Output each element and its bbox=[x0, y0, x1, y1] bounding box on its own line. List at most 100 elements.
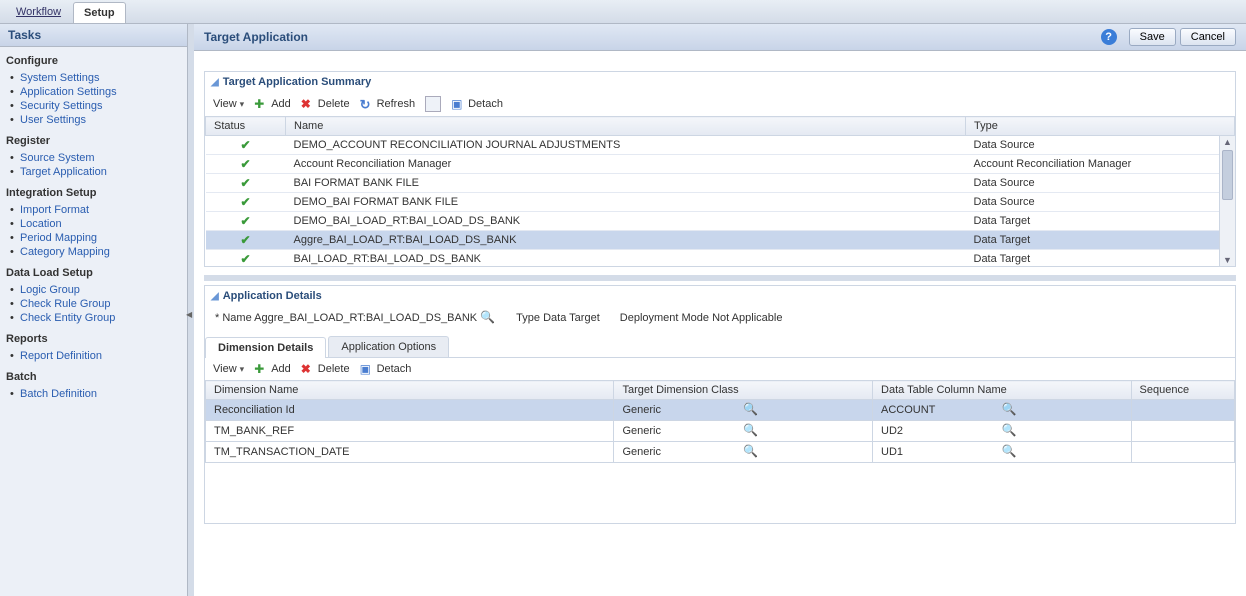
cell-dim-seq[interactable] bbox=[1131, 400, 1234, 421]
sidebar-group-title: Register bbox=[6, 135, 181, 147]
sidebar-group-title: Integration Setup bbox=[6, 187, 181, 199]
detach-icon bbox=[360, 362, 374, 376]
cell-type: Data Source bbox=[966, 136, 1235, 155]
table-row[interactable]: DEMO_ACCOUNT RECONCILIATION JOURNAL ADJU… bbox=[206, 136, 1235, 155]
scroll-down-icon[interactable]: ▼ bbox=[1220, 254, 1235, 266]
lookup-icon[interactable] bbox=[1002, 423, 1123, 439]
col-dim-seq[interactable]: Sequence bbox=[1131, 381, 1234, 400]
cell-dim-name[interactable]: TM_TRANSACTION_DATE bbox=[206, 442, 614, 463]
cell-dim-seq[interactable] bbox=[1131, 421, 1234, 442]
cell-type: Account Reconciliation Manager bbox=[966, 155, 1235, 174]
dim-add-button[interactable]: Add bbox=[254, 362, 291, 376]
sidebar-link[interactable]: Location bbox=[20, 218, 62, 230]
sidebar-link[interactable]: Import Format bbox=[20, 204, 89, 216]
cell-dim-col[interactable]: ACCOUNT bbox=[881, 404, 1002, 416]
cancel-button[interactable]: Cancel bbox=[1180, 28, 1236, 46]
cell-dim-class[interactable]: Generic bbox=[622, 446, 743, 458]
type-value: Data Target bbox=[543, 312, 600, 324]
sidebar-link[interactable]: Check Entity Group bbox=[20, 312, 115, 324]
table-row[interactable]: BAI FORMAT BANK FILE Data Source bbox=[206, 174, 1235, 193]
sidebar-link[interactable]: Application Settings bbox=[20, 86, 117, 98]
sidebar-link[interactable]: Target Application bbox=[20, 166, 107, 178]
check-icon bbox=[240, 178, 250, 190]
cell-dim-col[interactable]: UD1 bbox=[881, 446, 1002, 458]
view-menu[interactable]: View bbox=[213, 98, 244, 110]
scroll-thumb[interactable] bbox=[1222, 150, 1233, 200]
cell-dim-seq[interactable] bbox=[1131, 442, 1234, 463]
wrap-button[interactable] bbox=[425, 96, 441, 112]
lookup-icon[interactable] bbox=[743, 423, 864, 439]
sidebar-link[interactable]: User Settings bbox=[20, 114, 86, 126]
summary-scrollbar[interactable]: ▲ ▼ bbox=[1219, 136, 1235, 266]
cell-name: BAI_LOAD_RT:BAI_LOAD_DS_BANK bbox=[286, 250, 966, 267]
tab-setup[interactable]: Setup bbox=[73, 2, 126, 23]
help-icon[interactable]: ? bbox=[1101, 29, 1117, 45]
delete-button[interactable]: Delete bbox=[301, 97, 350, 111]
col-type[interactable]: Type bbox=[966, 117, 1235, 136]
delete-icon bbox=[301, 97, 315, 111]
tab-workflow[interactable]: Workflow bbox=[6, 2, 71, 23]
sidebar-splitter[interactable] bbox=[188, 24, 194, 596]
refresh-icon bbox=[360, 97, 374, 111]
col-status[interactable]: Status bbox=[206, 117, 286, 136]
sidebar-link[interactable]: Category Mapping bbox=[20, 246, 110, 258]
detach-button[interactable]: Detach bbox=[451, 97, 503, 111]
save-button[interactable]: Save bbox=[1129, 28, 1176, 46]
dim-view-menu[interactable]: View bbox=[213, 363, 244, 375]
summary-toolbar: View Add Delete Refresh Detach bbox=[205, 92, 1235, 116]
collapse-icon[interactable]: ◢ bbox=[211, 77, 219, 88]
horizontal-splitter[interactable] bbox=[204, 275, 1236, 281]
collapse-icon[interactable]: ◢ bbox=[211, 291, 219, 302]
summary-panel: ◢ Target Application Summary View Add De… bbox=[204, 71, 1236, 267]
cell-dim-name[interactable]: TM_BANK_REF bbox=[206, 421, 614, 442]
sidebar-link[interactable]: Security Settings bbox=[20, 100, 103, 112]
cell-dim-col[interactable]: UD2 bbox=[881, 425, 1002, 437]
tab-dimension-details[interactable]: Dimension Details bbox=[205, 337, 326, 358]
sidebar-link[interactable]: System Settings bbox=[20, 72, 99, 84]
sidebar-link[interactable]: Source System bbox=[20, 152, 95, 164]
dimension-grid: Dimension Name Target Dimension Class Da… bbox=[205, 380, 1235, 463]
cell-type: Data Target bbox=[966, 212, 1235, 231]
dim-delete-button[interactable]: Delete bbox=[301, 362, 350, 376]
table-row[interactable]: TM_TRANSACTION_DATE Generic UD1 bbox=[206, 442, 1235, 463]
sidebar-link[interactable]: Batch Definition bbox=[20, 388, 97, 400]
col-name[interactable]: Name bbox=[286, 117, 966, 136]
lookup-icon[interactable] bbox=[1002, 402, 1123, 418]
deploy-value: Not Applicable bbox=[712, 312, 782, 324]
table-row[interactable]: Aggre_BAI_LOAD_RT:BAI_LOAD_DS_BANK Data … bbox=[206, 231, 1235, 250]
refresh-button[interactable]: Refresh bbox=[360, 97, 416, 111]
lookup-icon[interactable] bbox=[743, 402, 864, 418]
sidebar-link[interactable]: Logic Group bbox=[20, 284, 80, 296]
cell-name: DEMO_ACCOUNT RECONCILIATION JOURNAL ADJU… bbox=[286, 136, 966, 155]
add-button[interactable]: Add bbox=[254, 97, 291, 111]
details-panel: ◢ Application Details Name Aggre_BAI_LOA… bbox=[204, 285, 1236, 524]
lookup-icon[interactable] bbox=[743, 444, 864, 460]
dim-toolbar: View Add Delete Detach bbox=[205, 358, 1235, 380]
sidebar-link[interactable]: Report Definition bbox=[20, 350, 102, 362]
col-dim-class[interactable]: Target Dimension Class bbox=[614, 381, 873, 400]
table-row[interactable]: BAI_LOAD_RT:BAI_LOAD_DS_BANK Data Target bbox=[206, 250, 1235, 267]
name-label: Name bbox=[215, 312, 252, 324]
sidebar: Tasks ConfigureSystem SettingsApplicatio… bbox=[0, 24, 188, 596]
tab-application-options[interactable]: Application Options bbox=[328, 336, 449, 357]
sidebar-group-title: Configure bbox=[6, 55, 181, 67]
table-row[interactable]: TM_BANK_REF Generic UD2 bbox=[206, 421, 1235, 442]
check-icon bbox=[240, 140, 250, 152]
table-row[interactable]: DEMO_BAI_LOAD_RT:BAI_LOAD_DS_BANK Data T… bbox=[206, 212, 1235, 231]
table-row[interactable]: Account Reconciliation Manager Account R… bbox=[206, 155, 1235, 174]
name-lookup-icon[interactable] bbox=[480, 310, 496, 326]
details-tabs: Dimension Details Application Options bbox=[205, 336, 1235, 358]
col-dim-name[interactable]: Dimension Name bbox=[206, 381, 614, 400]
col-dim-col[interactable]: Data Table Column Name bbox=[873, 381, 1132, 400]
cell-dim-class[interactable]: Generic bbox=[622, 404, 743, 416]
detach-icon bbox=[451, 97, 465, 111]
table-row[interactable]: DEMO_BAI FORMAT BANK FILE Data Source bbox=[206, 193, 1235, 212]
lookup-icon[interactable] bbox=[1002, 444, 1123, 460]
cell-dim-class[interactable]: Generic bbox=[622, 425, 743, 437]
scroll-up-icon[interactable]: ▲ bbox=[1220, 136, 1235, 148]
sidebar-link[interactable]: Check Rule Group bbox=[20, 298, 111, 310]
dim-detach-button[interactable]: Detach bbox=[360, 362, 412, 376]
sidebar-link[interactable]: Period Mapping bbox=[20, 232, 97, 244]
table-row[interactable]: Reconciliation Id Generic ACCOUNT bbox=[206, 400, 1235, 421]
cell-dim-name[interactable]: Reconciliation Id bbox=[206, 400, 614, 421]
